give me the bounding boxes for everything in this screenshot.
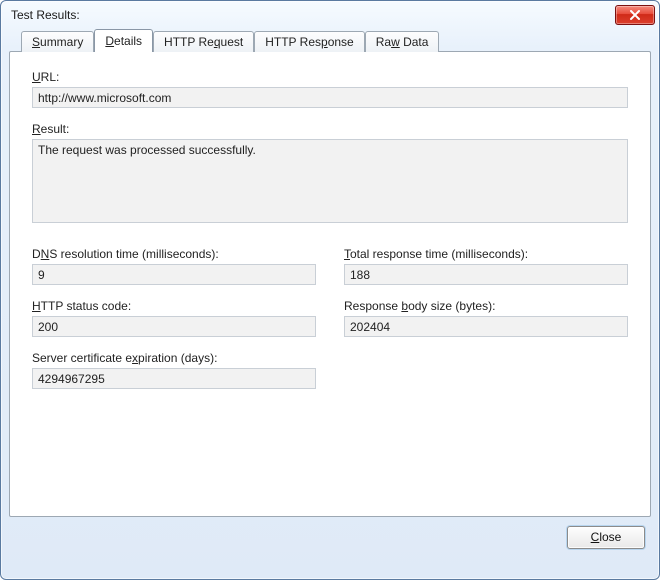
group-cert-expiration: Server certificate expiration (days): 42… [32, 351, 316, 389]
label-url: URL: [32, 70, 628, 84]
label-status: HTTP status code: [32, 299, 316, 313]
metrics-row-2: HTTP status code: 200 Response body size… [32, 299, 628, 351]
label-total-response: Total response time (milliseconds): [344, 247, 628, 261]
group-dns: DNS resolution time (milliseconds): 9 [32, 247, 316, 285]
dialog-window: Test Results: Summary Details HTTP Reque… [0, 0, 660, 580]
tab-panel-details: URL: http://www.microsoft.com Result: Th… [9, 51, 651, 517]
metrics-row-1: DNS resolution time (milliseconds): 9 To… [32, 247, 628, 299]
metrics-row-3: Server certificate expiration (days): 42… [32, 351, 628, 403]
tab-raw-data[interactable]: Raw Data [365, 31, 440, 52]
field-result[interactable]: The request was processed successfully. [32, 139, 628, 223]
label-body-size: Response body size (bytes): [344, 299, 628, 313]
field-total-response[interactable]: 188 [344, 264, 628, 285]
field-body-size[interactable]: 202404 [344, 316, 628, 337]
field-dns[interactable]: 9 [32, 264, 316, 285]
field-status[interactable]: 200 [32, 316, 316, 337]
group-total-response: Total response time (milliseconds): 188 [344, 247, 628, 285]
dialog-footer: Close [9, 517, 651, 557]
field-url[interactable]: http://www.microsoft.com [32, 87, 628, 108]
group-url: URL: http://www.microsoft.com [32, 70, 628, 108]
tab-summary[interactable]: Summary [21, 31, 94, 52]
close-icon [629, 10, 641, 20]
label-dns: DNS resolution time (milliseconds): [32, 247, 316, 261]
group-result: Result: The request was processed succes… [32, 122, 628, 223]
label-cert-expiration: Server certificate expiration (days): [32, 351, 316, 365]
close-button[interactable]: Close [567, 526, 645, 549]
tab-http-request[interactable]: HTTP Request [153, 31, 254, 52]
window-title: Test Results: [11, 8, 615, 22]
label-result: Result: [32, 122, 628, 136]
group-status: HTTP status code: 200 [32, 299, 316, 337]
close-window-button[interactable] [615, 5, 655, 25]
group-body-size: Response body size (bytes): 202404 [344, 299, 628, 337]
tab-strip: Summary Details HTTP Request HTTP Respon… [21, 29, 651, 51]
title-bar: Test Results: [1, 1, 659, 29]
client-area: Summary Details HTTP Request HTTP Respon… [9, 29, 651, 571]
tab-http-response[interactable]: HTTP Response [254, 31, 365, 52]
tab-details[interactable]: Details [94, 29, 153, 52]
field-cert-expiration[interactable]: 4294967295 [32, 368, 316, 389]
